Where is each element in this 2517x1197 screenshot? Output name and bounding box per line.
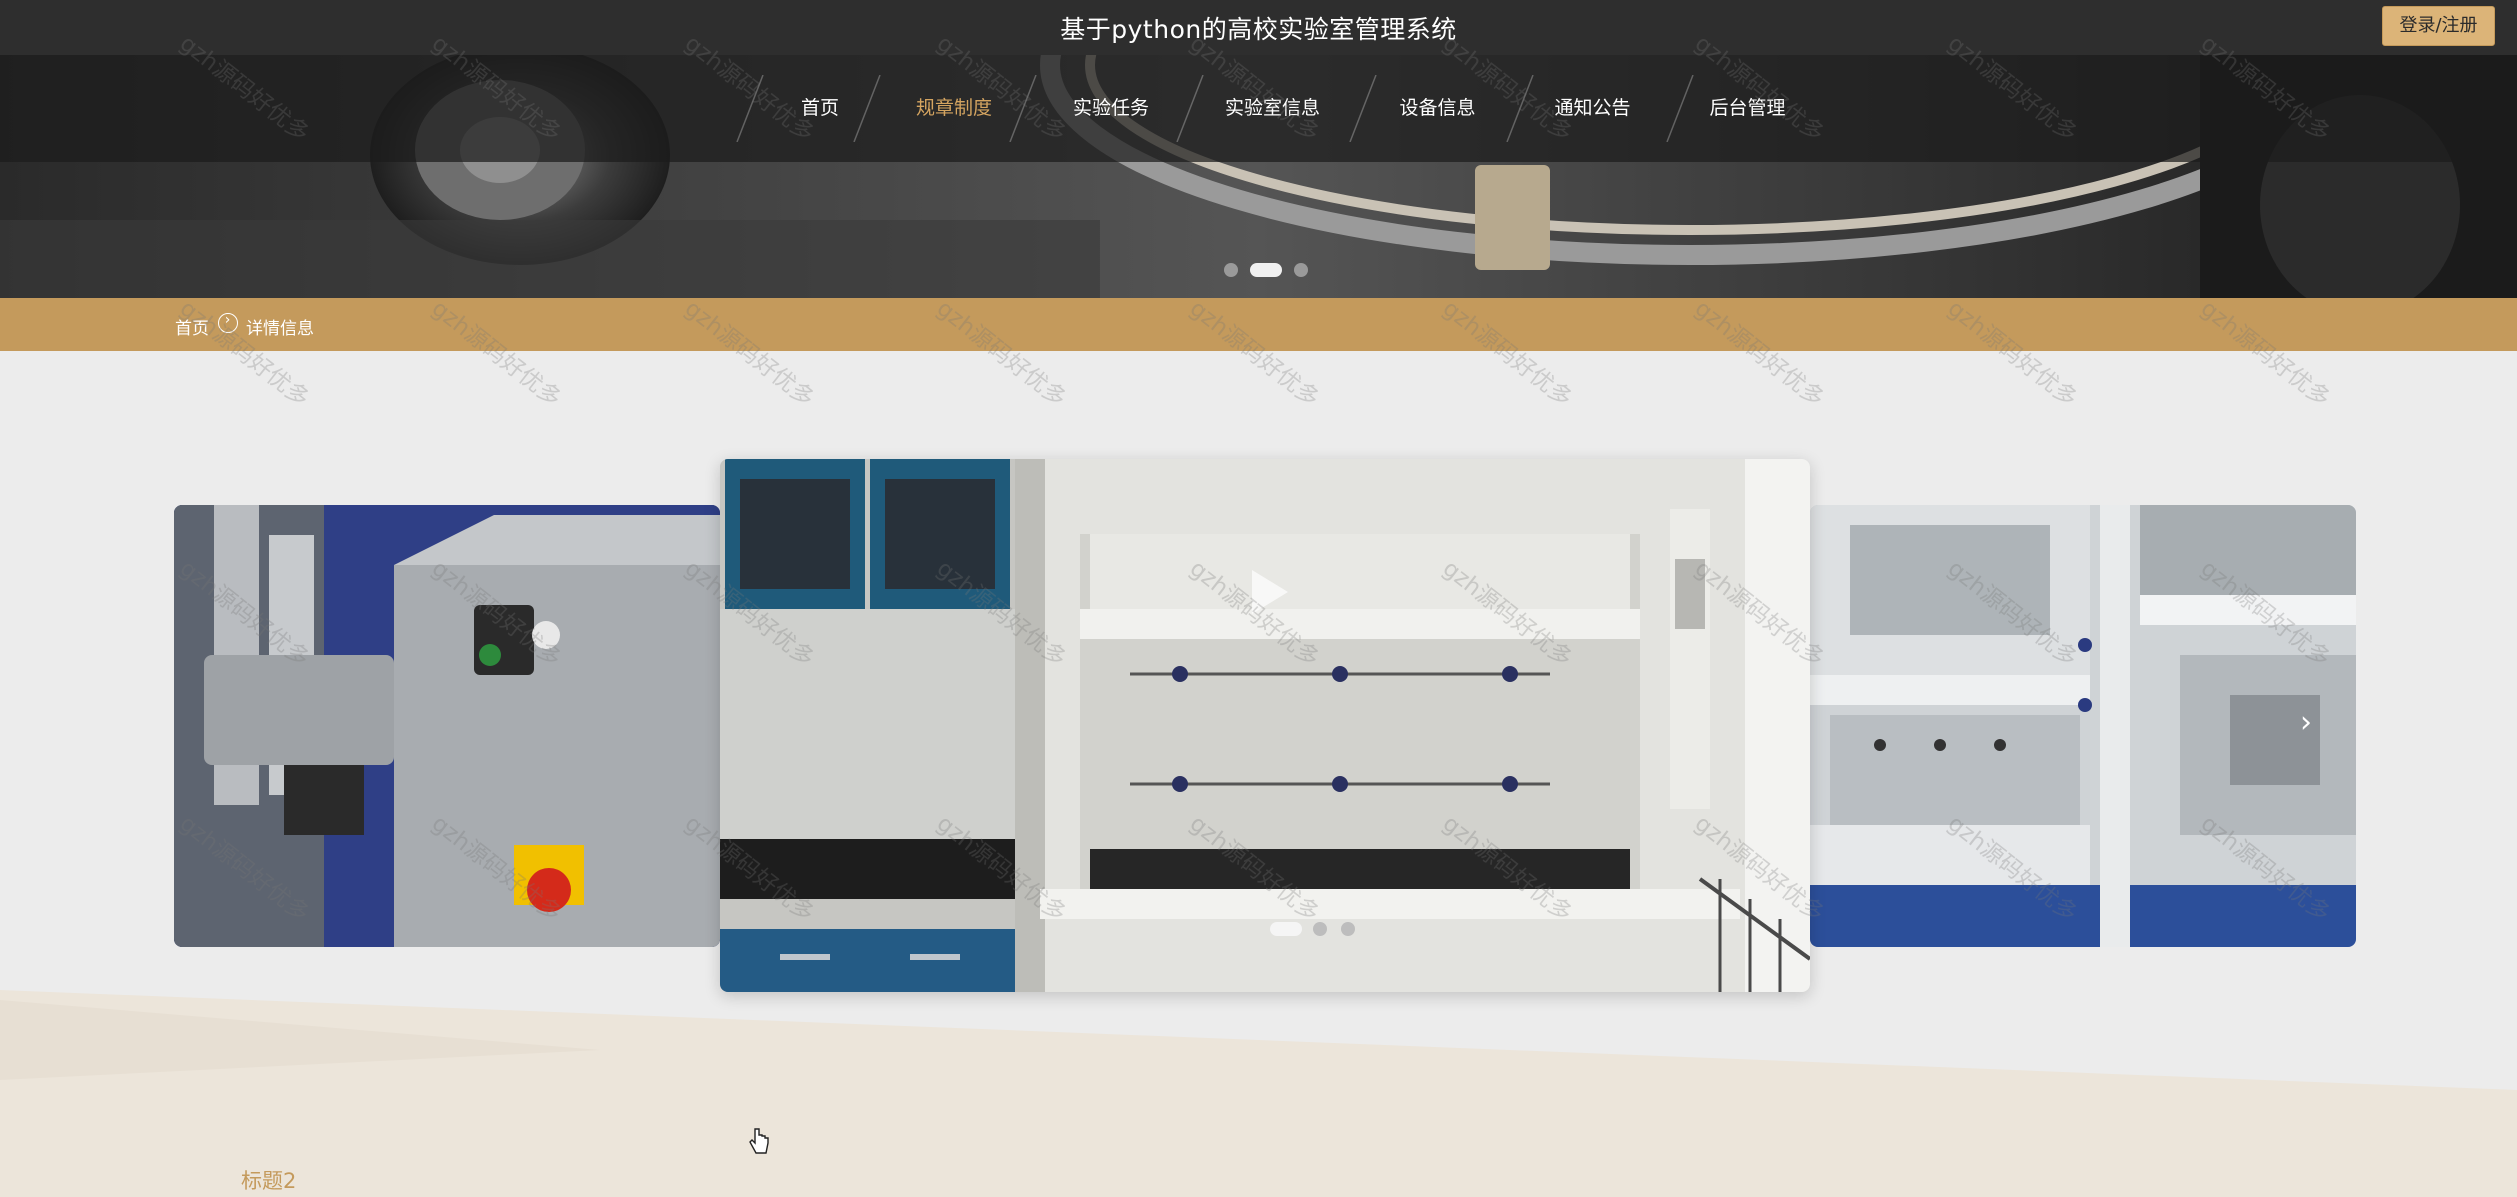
nav-separator <box>736 75 764 142</box>
nav-separator <box>1009 75 1037 142</box>
hero-carousel-dot[interactable] <box>1224 263 1238 277</box>
breadcrumb: 首页 › 详情信息 <box>0 298 2517 351</box>
nav-item-equipment-info[interactable]: 设备信息 <box>1385 55 1490 162</box>
carousel-slide-prev[interactable] <box>174 505 720 947</box>
nav-item-lab-tasks[interactable]: 实验任务 <box>1055 55 1167 162</box>
nav-item-home[interactable]: 首页 <box>780 55 860 162</box>
section-title: 标题2 <box>241 1169 297 1193</box>
top-bar: 基于python的高校实验室管理系统 登录/注册 <box>0 0 2517 55</box>
hero-carousel-dot-active[interactable] <box>1250 263 1282 277</box>
nav-item-regulations[interactable]: 规章制度 <box>898 55 1010 162</box>
breadcrumb-current: 详情信息 <box>246 319 314 339</box>
nav-item-admin[interactable]: 后台管理 <box>1700 55 1795 162</box>
detail-carousel-dot[interactable] <box>1341 922 1355 936</box>
section-background <box>0 990 2517 1197</box>
nav-separator <box>1666 75 1694 142</box>
nav-item-announcements[interactable]: 通知公告 <box>1545 55 1640 162</box>
nav-separator <box>1506 75 1534 142</box>
play-icon[interactable] <box>1252 570 1288 614</box>
nav-item-lab-info[interactable]: 实验室信息 <box>1215 55 1330 162</box>
breadcrumb-home-link[interactable]: 首页 <box>175 314 209 339</box>
carousel-slide-active[interactable] <box>720 459 1810 992</box>
hand-pointer-icon <box>748 1127 770 1161</box>
nav-separator <box>1176 75 1204 142</box>
hero-banner: 首页 规章制度 实验任务 实验室信息 设备信息 通知公告 后台管理 <box>0 55 2517 298</box>
detail-carousel-indicators <box>0 922 2517 938</box>
detail-carousel-dot-active[interactable] <box>1270 922 1302 936</box>
hero-carousel-indicators <box>0 263 2517 279</box>
detail-carousel-dot[interactable] <box>1313 922 1327 936</box>
breadcrumb-separator-icon: › <box>218 312 238 333</box>
main-nav: 首页 规章制度 实验任务 实验室信息 设备信息 通知公告 后台管理 <box>0 55 2517 162</box>
login-register-button[interactable]: 登录/注册 <box>2382 6 2495 46</box>
detail-image-carousel <box>0 351 2517 1154</box>
nav-separator <box>853 75 881 142</box>
hero-carousel-dot[interactable] <box>1294 263 1308 277</box>
carousel-slide-next[interactable] <box>1810 505 2356 947</box>
nav-separator <box>1349 75 1377 142</box>
chevron-right-icon[interactable]: › <box>2300 705 2312 740</box>
site-title: 基于python的高校实验室管理系统 <box>1060 15 1457 44</box>
